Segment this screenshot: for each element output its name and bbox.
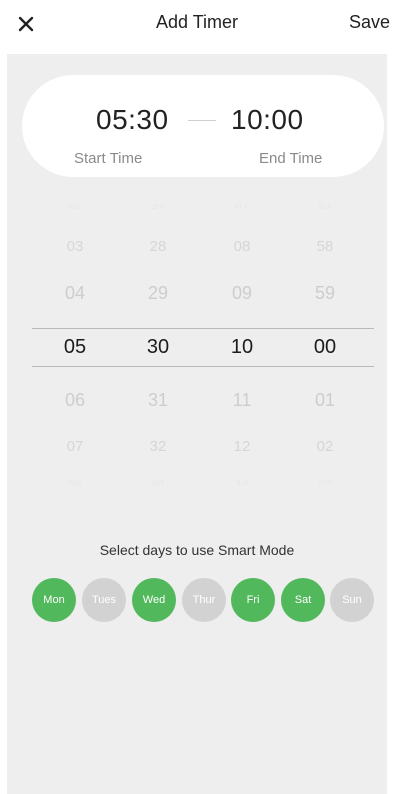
page-title: Add Timer [155,12,239,32]
wheel-item[interactable]: 33 [133,479,183,487]
end-time-value[interactable]: 10:00 [231,104,304,136]
start-time-value[interactable]: 05:30 [96,104,169,136]
wheel-item-selected[interactable]: 10 [217,336,267,359]
wheel-item[interactable]: 31 [133,390,183,411]
time-wheel-picker[interactable]: 02 03 04 05 06 07 08 27 28 29 30 31 32 3… [32,180,374,520]
end-time-label: End Time [259,150,323,167]
wheel-item[interactable]: 11 [217,390,267,411]
save-button[interactable]: Save [349,12,390,33]
wheel-item[interactable]: 57 [300,203,350,211]
wheel-item[interactable]: 03 [300,479,350,487]
wheel-item[interactable]: 01 [300,390,350,411]
wheel-item[interactable]: 06 [50,390,100,411]
day-toggle-tues[interactable]: Tues [82,578,126,622]
wheel-item[interactable]: 02 [50,203,100,211]
wheel-item[interactable]: 13 [217,479,267,487]
wheel-item[interactable]: 29 [133,283,183,304]
wheel-item[interactable]: 08 [217,238,267,255]
start-minute-wheel[interactable]: 27 28 29 30 31 32 33 [133,180,183,520]
wheel-item-selected[interactable]: 00 [300,336,350,359]
day-toggle-wed[interactable]: Wed [132,578,176,622]
header-bar: Add Timer Save [0,0,394,52]
wheel-item[interactable]: 09 [217,283,267,304]
wheel-item[interactable]: 12 [217,438,267,455]
wheel-item[interactable]: 58 [300,238,350,255]
wheel-item[interactable]: 04 [50,283,100,304]
wheel-item[interactable]: 07 [217,203,267,211]
time-range-card: 05:30 10:00 Start Time End Time [22,75,384,177]
days-caption: Select days to use Smart Mode [99,542,295,558]
wheel-item[interactable]: 07 [50,438,100,455]
start-hour-wheel[interactable]: 02 03 04 05 06 07 08 [50,180,100,520]
wheel-item[interactable]: 02 [300,438,350,455]
start-time-label: Start Time [74,150,143,167]
day-toggle-fri[interactable]: Fri [231,578,275,622]
wheel-item[interactable]: 08 [50,479,100,487]
add-timer-screen: Add Timer Save 05:30 10:00 Start Time En… [0,0,394,794]
wheel-item[interactable]: 03 [50,238,100,255]
wheel-item[interactable]: 27 [133,203,183,211]
day-toggle-sat[interactable]: Sat [281,578,325,622]
wheel-item[interactable]: 32 [133,438,183,455]
wheel-item-selected[interactable]: 05 [50,336,100,359]
wheel-item[interactable]: 59 [300,283,350,304]
day-toggle-thur[interactable]: Thur [182,578,226,622]
wheel-item-selected[interactable]: 30 [133,336,183,359]
day-selector: Mon Tues Wed Thur Fri Sat Sun [32,578,380,624]
day-toggle-mon[interactable]: Mon [32,578,76,622]
time-separator [188,120,216,121]
end-minute-wheel[interactable]: 57 58 59 00 01 02 03 [300,180,350,520]
wheel-item[interactable]: 28 [133,238,183,255]
end-hour-wheel[interactable]: 07 08 09 10 11 12 13 [217,180,267,520]
day-toggle-sun[interactable]: Sun [330,578,374,622]
